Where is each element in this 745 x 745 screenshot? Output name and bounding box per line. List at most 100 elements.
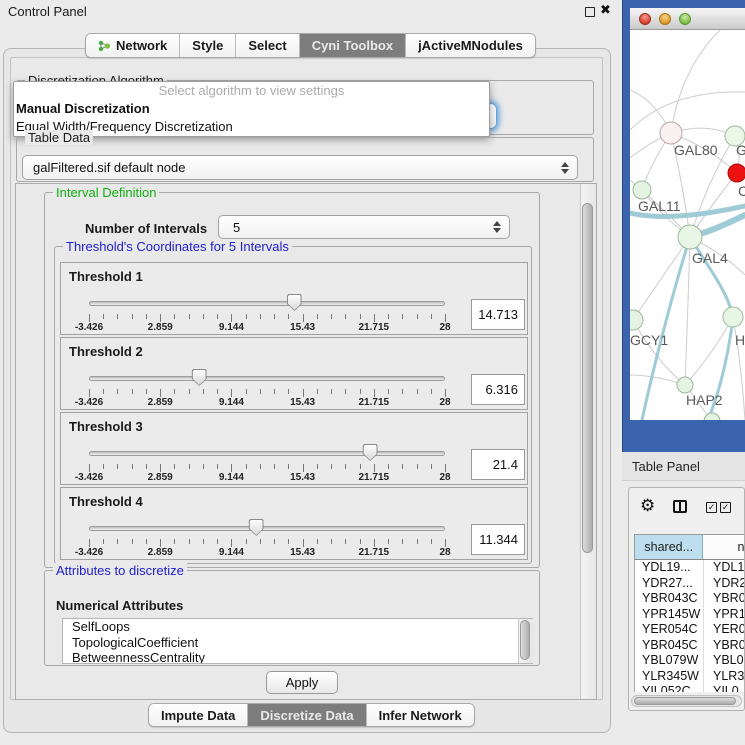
split-columns-icon[interactable] xyxy=(673,500,687,513)
checkbox-icon[interactable]: ✓ xyxy=(720,502,731,513)
cell-name[interactable]: YBL0 xyxy=(703,653,745,669)
cell-shared-name[interactable]: YBL079W xyxy=(635,653,703,669)
network-node[interactable] xyxy=(660,122,682,144)
zoom-traffic-light-icon[interactable] xyxy=(679,13,691,25)
tab-cyni-toolbox[interactable]: Cyni Toolbox xyxy=(300,34,406,57)
top-tab-bar: NetworkStyleSelectCyni ToolboxjActiveMNo… xyxy=(85,33,536,58)
slider-thumb-handle[interactable] xyxy=(287,294,302,311)
cell-shared-name[interactable]: YER054C xyxy=(635,622,703,638)
dropdown-item[interactable]: Manual Discretization xyxy=(14,100,489,118)
cell-name[interactable]: YLR3 xyxy=(703,669,745,685)
attribute-list-item[interactable]: SelfLoops xyxy=(63,619,532,635)
cell-name[interactable]: YPR1 xyxy=(703,607,745,623)
cell-shared-name[interactable]: YDL19... xyxy=(635,560,703,576)
threshold-slider[interactable]: -3.4262.8599.14415.4321.71528 xyxy=(89,338,445,411)
slider-tick-label: 2.859 xyxy=(148,397,173,408)
table-row[interactable]: YLR345WYLR3 xyxy=(635,669,745,685)
cell-shared-name[interactable]: YPR145W xyxy=(635,607,703,623)
float-window-icon[interactable] xyxy=(585,7,595,17)
cell-name[interactable]: YDR2 xyxy=(703,576,745,592)
column-header-shared-name[interactable]: shared... xyxy=(635,535,703,559)
slider-tick xyxy=(260,314,261,319)
cell-shared-name[interactable]: YBR045C xyxy=(635,638,703,654)
attribute-list-item[interactable]: TopologicalCoefficient xyxy=(63,635,532,651)
checkbox-icon[interactable]: ✓ xyxy=(706,502,717,513)
close-icon[interactable]: ✖ xyxy=(600,2,611,18)
table-row[interactable]: YIL052CYIL0 xyxy=(635,684,745,692)
tab-jactivemnodules[interactable]: jActiveMNodules xyxy=(406,34,535,57)
cell-shared-name[interactable]: YBR043C xyxy=(635,591,703,607)
tab-network[interactable]: Network xyxy=(86,34,180,57)
network-node[interactable] xyxy=(678,225,702,249)
numerical-attributes-list[interactable]: SelfLoopsTopologicalCoefficientBetweenne… xyxy=(62,618,533,664)
slider-tick xyxy=(303,314,304,322)
minimize-traffic-light-icon[interactable] xyxy=(659,13,671,25)
slider-track[interactable] xyxy=(89,376,445,381)
close-traffic-light-icon[interactable] xyxy=(639,13,651,25)
slider-tick xyxy=(274,389,275,394)
threshold-value-field[interactable]: 6.316 xyxy=(471,374,525,405)
cell-shared-name[interactable]: YDR27... xyxy=(635,576,703,592)
slider-track[interactable] xyxy=(89,526,445,531)
slider-tick-label: -3.426 xyxy=(75,322,103,333)
network-node[interactable] xyxy=(723,307,743,327)
slider-tick xyxy=(174,539,175,544)
network-canvas[interactable]: GAL80GGAL11CGAL4GCY1HHAP2 xyxy=(630,30,745,420)
network-node[interactable] xyxy=(728,164,745,182)
threshold-slider[interactable]: -3.4262.8599.14415.4321.71528 xyxy=(89,263,445,336)
table-row[interactable]: YPR145WYPR1 xyxy=(635,607,745,623)
attributes-scrollbar-thumb[interactable] xyxy=(520,620,530,660)
threshold-value-field[interactable]: 11.344 xyxy=(471,524,525,555)
threshold-slider[interactable]: -3.4262.8599.14415.4321.71528 xyxy=(89,488,445,561)
slider-tick xyxy=(231,314,232,322)
cell-shared-name[interactable]: YIL052C xyxy=(635,684,703,692)
number-of-intervals-combobox[interactable]: 5 xyxy=(218,215,510,239)
network-window-titlebar[interactable] xyxy=(630,8,745,30)
table-row[interactable]: YBR045CYBR0 xyxy=(635,638,745,654)
table-row[interactable]: YBR043CYBR0 xyxy=(635,591,745,607)
attribute-list-item[interactable]: BetweennessCentrality xyxy=(63,650,532,664)
cell-name[interactable]: YBR0 xyxy=(703,638,745,654)
table-data-title: Table Data xyxy=(25,130,93,145)
table-row[interactable]: YER054CYER0 xyxy=(635,622,745,638)
threshold-value-field[interactable]: 21.4 xyxy=(471,449,525,480)
tab-infer-network[interactable]: Infer Network xyxy=(367,704,474,726)
settings-scrollbar-thumb[interactable] xyxy=(582,203,593,553)
slider-thumb-handle[interactable] xyxy=(249,519,264,536)
threshold-slider[interactable]: -3.4262.8599.14415.4321.71528 xyxy=(89,413,445,486)
column-header-name[interactable]: na xyxy=(703,535,745,559)
slider-tick xyxy=(160,539,161,547)
threshold-row: Threshold 2 -3.4262.8599.14415.4321.7152… xyxy=(60,337,528,410)
cell-name[interactable]: YIL0 xyxy=(703,684,745,692)
table-data-combobox[interactable]: galFiltered.sif default node xyxy=(22,155,578,180)
tab-discretize-data[interactable]: Discretize Data xyxy=(248,704,366,726)
slider-tick xyxy=(260,464,261,469)
table-row[interactable]: YDL19...YDL1 xyxy=(635,560,745,576)
slider-track[interactable] xyxy=(89,301,445,306)
network-node[interactable] xyxy=(633,181,651,199)
slider-tick xyxy=(160,464,161,472)
settings-gear-icon[interactable]: ⚙ xyxy=(640,496,655,516)
threshold-value-field[interactable]: 14.713 xyxy=(471,299,525,330)
table-hscrollbar[interactable] xyxy=(631,695,742,707)
apply-button[interactable]: Apply xyxy=(266,671,338,694)
tab-select[interactable]: Select xyxy=(236,34,299,57)
slider-tick xyxy=(89,314,90,322)
cell-name[interactable]: YDL1 xyxy=(703,560,745,576)
cell-name[interactable]: YER0 xyxy=(703,622,745,638)
slider-thumb-handle[interactable] xyxy=(363,444,378,461)
slider-tick-label: -3.426 xyxy=(75,547,103,558)
tab-impute-data[interactable]: Impute Data xyxy=(149,704,248,726)
network-node[interactable] xyxy=(677,377,693,393)
cell-shared-name[interactable]: YLR345W xyxy=(635,669,703,685)
table-row[interactable]: YBL079WYBL0 xyxy=(635,653,745,669)
network-node[interactable] xyxy=(630,310,643,330)
network-graph[interactable]: GAL80GGAL11CGAL4GCY1HHAP2 xyxy=(630,30,745,420)
table-row[interactable]: YDR27...YDR2 xyxy=(635,576,745,592)
slider-thumb-handle[interactable] xyxy=(192,369,207,386)
cell-name[interactable]: YBR0 xyxy=(703,591,745,607)
threshold-row: Threshold 1 -3.4262.8599.14415.4321.7152… xyxy=(60,262,528,335)
table-hscrollbar-thumb[interactable] xyxy=(634,697,736,705)
slider-track[interactable] xyxy=(89,451,445,456)
tab-style[interactable]: Style xyxy=(180,34,236,57)
